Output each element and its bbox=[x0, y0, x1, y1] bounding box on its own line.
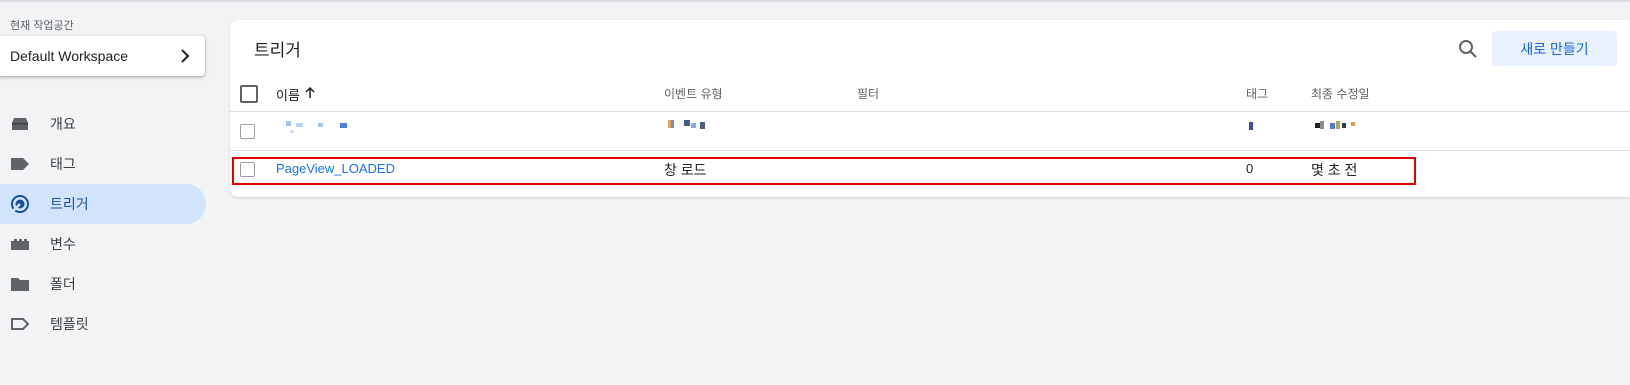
workspace-name: Default Workspace bbox=[10, 48, 129, 64]
overview-icon bbox=[10, 114, 30, 134]
row-checkbox[interactable] bbox=[240, 162, 255, 177]
column-header-label: 이름 bbox=[276, 88, 300, 103]
new-trigger-button[interactable]: 새로 만들기 bbox=[1492, 31, 1617, 66]
sidebar-item-tags[interactable]: 태그 bbox=[0, 144, 206, 184]
sidebar-item-templates[interactable]: 템플릿 bbox=[0, 304, 206, 344]
top-divider bbox=[0, 0, 1630, 2]
sidebar-item-label: 개요 bbox=[50, 116, 76, 132]
redacted-block bbox=[1342, 123, 1346, 128]
sidebar-item-variables[interactable]: 변수 bbox=[0, 224, 206, 264]
sidebar-item-label: 변수 bbox=[50, 236, 76, 252]
column-header-filter: 필터 bbox=[857, 87, 880, 101]
redacted-block bbox=[1320, 121, 1324, 129]
redacted-block bbox=[286, 121, 291, 126]
redacted-block bbox=[296, 123, 303, 127]
sidebar-item-folders[interactable]: 폴더 bbox=[0, 264, 206, 304]
workspace-label: 현재 작업공간 bbox=[10, 20, 74, 32]
header-divider bbox=[230, 111, 1630, 112]
event-type-cell: 창 로드 bbox=[664, 162, 707, 178]
sidebar-item-triggers[interactable]: 트리거 bbox=[0, 184, 206, 224]
redacted-block bbox=[1330, 123, 1335, 129]
sidebar-nav: 개요 태그 트리거 변수 폴더 템플릿 bbox=[0, 109, 206, 344]
search-icon bbox=[1458, 39, 1478, 64]
column-header-last-edited[interactable]: 최종 수정일 bbox=[1311, 85, 1370, 102]
redacted-block bbox=[684, 120, 690, 126]
trigger-icon bbox=[10, 194, 30, 214]
page-title: 트리거 bbox=[254, 41, 301, 60]
row-divider bbox=[230, 150, 1630, 151]
search-button[interactable] bbox=[1453, 36, 1483, 66]
template-icon bbox=[10, 314, 30, 334]
redacted-block bbox=[1351, 122, 1355, 126]
sidebar-item-label: 트리거 bbox=[50, 196, 89, 212]
folder-icon bbox=[10, 274, 30, 294]
chevron-right-icon bbox=[177, 48, 193, 64]
redacted-block bbox=[691, 123, 696, 128]
trigger-name-link[interactable]: PageView_LOADED bbox=[276, 161, 395, 176]
tag-icon bbox=[10, 154, 30, 174]
row-checkbox[interactable] bbox=[240, 124, 255, 139]
column-header-tags[interactable]: 태그 bbox=[1246, 85, 1268, 102]
redacted-block bbox=[671, 120, 674, 128]
redacted-block bbox=[1336, 121, 1340, 129]
redacted-block bbox=[290, 130, 294, 133]
sidebar-item-overview[interactable]: 개요 bbox=[0, 104, 206, 144]
last-edited-cell: 몇 초 전 bbox=[1311, 162, 1358, 178]
redacted-block bbox=[1249, 122, 1253, 130]
workspace-selector[interactable]: Default Workspace bbox=[0, 36, 205, 76]
sidebar-item-label: 템플릿 bbox=[50, 316, 89, 332]
column-header-event-type[interactable]: 이벤트 유형 bbox=[664, 85, 723, 102]
sidebar-item-label: 태그 bbox=[50, 156, 76, 172]
redacted-block bbox=[700, 122, 705, 129]
triggers-panel: 트리거 새로 만들기 이름 이벤트 유형 필터 태그 최종 수정일 PageVi… bbox=[230, 20, 1630, 197]
arrow-up-icon bbox=[304, 86, 316, 102]
tag-count-cell: 0 bbox=[1246, 161, 1254, 176]
redacted-block bbox=[318, 123, 323, 127]
variable-icon bbox=[10, 234, 30, 254]
redacted-block bbox=[340, 123, 347, 128]
column-header-name[interactable]: 이름 bbox=[276, 85, 316, 104]
select-all-checkbox[interactable] bbox=[240, 85, 258, 103]
sidebar-item-label: 폴더 bbox=[50, 276, 76, 292]
